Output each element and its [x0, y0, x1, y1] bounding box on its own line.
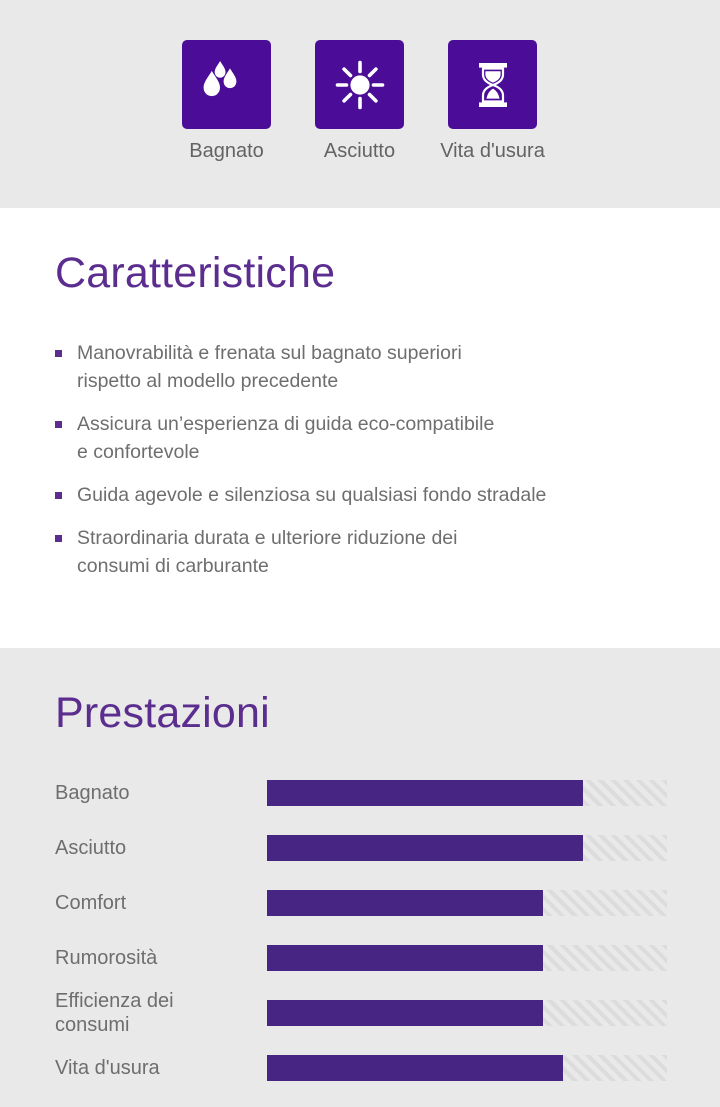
performance-bar-track	[267, 999, 667, 1026]
icon-caption: Bagnato	[189, 140, 264, 162]
performance-label: Vita d'usura	[55, 1056, 160, 1079]
tyre-attribute-icons-section: Bagnato Asciutto Vita d'usura	[0, 0, 720, 208]
features-section: Caratteristiche Manovrabilità e frenata …	[0, 208, 720, 648]
performance-bar-fill	[267, 999, 543, 1026]
water-drops-icon-tile	[182, 40, 271, 129]
performance-label: Efficienza dei consumi	[55, 989, 174, 1036]
hourglass-icon-tile	[448, 40, 537, 129]
feature-list: Manovrabilità e frenata sul bagnato supe…	[55, 339, 680, 580]
performance-label: Comfort	[55, 891, 127, 914]
performance-bar-fill	[267, 1054, 563, 1081]
performance-title: Prestazioni	[55, 689, 270, 737]
feature-text: Guida agevole e silenziosa su qualsiasi …	[77, 484, 547, 506]
bullet-square-icon	[55, 350, 62, 357]
hourglass-icon	[467, 59, 519, 111]
performance-bar-fill	[267, 834, 583, 861]
bullet-square-icon	[55, 535, 62, 542]
bullet-square-icon	[55, 421, 62, 428]
feature-text: Straordinaria durata e ulteriore riduzio…	[77, 527, 458, 577]
performance-bar-fill	[267, 779, 583, 806]
bullet-square-icon	[55, 492, 62, 499]
performance-bar-track	[267, 944, 667, 971]
sun-icon	[334, 59, 386, 111]
icon-caption: Asciutto	[323, 140, 396, 162]
list-item: Manovrabilità e frenata sul bagnato supe…	[55, 339, 680, 395]
performance-row-fuel-efficiency: Efficienza dei consumi	[55, 985, 720, 1040]
performance-label: Asciutto	[55, 836, 127, 859]
list-item: Guida agevole e silenziosa su qualsiasi …	[55, 481, 680, 509]
performance-row-mileage: Vita d'usura	[55, 1040, 720, 1095]
icon-item-mileage: Vita d'usura	[440, 40, 545, 161]
icon-row: Bagnato Asciutto Vita d'usura	[0, 40, 720, 161]
performance-row-comfort: Comfort	[55, 875, 720, 930]
sun-icon-tile	[315, 40, 404, 129]
water-drops-icon	[201, 59, 253, 111]
performance-bar-track	[267, 1054, 667, 1081]
performance-bar-fill	[267, 889, 543, 916]
performance-bar-fill	[267, 944, 543, 971]
features-title: Caratteristiche	[55, 249, 336, 297]
feature-text: Assicura un’esperienza di guida eco-comp…	[77, 413, 495, 463]
feature-text: Manovrabilità e frenata sul bagnato supe…	[77, 342, 462, 392]
performance-label: Bagnato	[55, 781, 130, 804]
performance-bar-track	[267, 834, 667, 861]
icon-item-dry: Asciutto	[315, 40, 404, 161]
icon-item-wet: Bagnato	[182, 40, 271, 161]
performance-bar-track	[267, 889, 667, 916]
performance-bar-track	[267, 779, 667, 806]
icon-caption: Vita d'usura	[440, 140, 545, 162]
list-item: Straordinaria durata e ulteriore riduzio…	[55, 524, 680, 580]
performance-rows: Bagnato Asciutto Comfort Rumorosità Effi	[55, 765, 720, 1095]
list-item: Assicura un’esperienza di guida eco-comp…	[55, 410, 680, 466]
performance-row-wet: Bagnato	[55, 765, 720, 820]
performance-section: Prestazioni Bagnato Asciutto Comfort Rum…	[0, 648, 720, 1107]
performance-label: Rumorosità	[55, 946, 158, 969]
performance-row-noise: Rumorosità	[55, 930, 720, 985]
performance-row-dry: Asciutto	[55, 820, 720, 875]
